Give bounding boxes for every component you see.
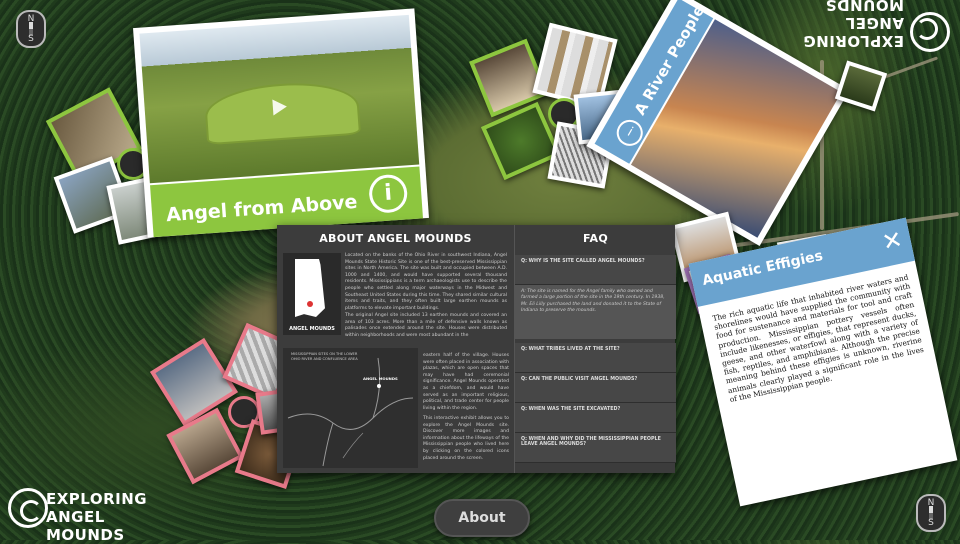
- play-icon[interactable]: [272, 98, 288, 116]
- aquatic-effigies-card[interactable]: Aquatic Effigies ✕ The rich aquatic life…: [688, 217, 958, 507]
- logo-icon: [910, 12, 950, 52]
- about-column: ABOUT ANGEL MOUNDS ANGEL MOUNDS Located …: [277, 225, 514, 473]
- river-map: MISSISSIPPIAN SITES ON THE LOWER OHIO RI…: [283, 348, 418, 468]
- river-lines: [287, 357, 414, 467]
- about-panel: ABOUT ANGEL MOUNDS ANGEL MOUNDS Located …: [277, 225, 676, 473]
- location-pin-icon: [307, 301, 313, 307]
- faq-question[interactable]: Q: WHY IS THE SITE CALLED ANGEL MOUNDS?: [515, 255, 676, 285]
- about-paragraph: Located on the banks of the Ohio River i…: [345, 253, 507, 311]
- compass-icon: NS: [16, 10, 46, 48]
- about-paragraph: This interactive exhibit allows you to e…: [423, 416, 509, 461]
- about-paragraph: The original Angel site included 13 eart…: [345, 313, 507, 338]
- figurine-card[interactable]: [149, 337, 239, 427]
- indiana-shape: [295, 259, 325, 317]
- header-logo: EXPLORING ANGEL MOUNDS: [780, 0, 950, 58]
- angel-from-above-card[interactable]: Angel from Above i: [133, 8, 429, 238]
- close-icon[interactable]: ✕: [880, 225, 905, 257]
- card-title: Angel from Above: [165, 190, 359, 227]
- logo-line1: EXPLORING: [46, 490, 148, 508]
- river-map-site-label: ANGEL MOUNDS: [363, 376, 398, 381]
- faq-column: FAQ Q: WHY IS THE SITE CALLED ANGEL MOUN…: [514, 225, 676, 473]
- about-paragraph: eastern half of the village. Houses were…: [423, 353, 509, 411]
- faq-title: FAQ: [582, 232, 609, 245]
- logo-icon: [8, 488, 48, 528]
- faq-question[interactable]: Q: WHEN WAS THE SITE EXCAVATED?: [515, 403, 676, 433]
- info-icon[interactable]: i: [367, 173, 409, 214]
- logo-line1: EXPLORING: [802, 32, 904, 50]
- indiana-map: ANGEL MOUNDS: [283, 253, 341, 335]
- compass-icon: NS: [916, 494, 946, 532]
- logo-line2: ANGEL MOUNDS: [825, 0, 904, 32]
- aerial-video[interactable]: [139, 14, 420, 184]
- faq-question[interactable]: Q: WHEN AND WHY DID THE MISSISSIPPIAN PE…: [515, 433, 676, 463]
- logo-line2: ANGEL MOUNDS: [46, 508, 125, 544]
- about-button[interactable]: About: [434, 499, 530, 537]
- faq-question[interactable]: Q: CAN THE PUBLIC VISIT ANGEL MOUNDS?: [515, 373, 676, 403]
- footer-logo: EXPLORING ANGEL MOUNDS: [8, 484, 188, 544]
- about-title: ABOUT ANGEL MOUNDS: [319, 232, 472, 245]
- photo-card[interactable]: [834, 60, 888, 112]
- faq-answer: A: The site is named for the Angel famil…: [515, 285, 676, 339]
- map-label: ANGEL MOUNDS: [289, 326, 335, 332]
- faq-question[interactable]: Q: WHAT TRIBES LIVED AT THE SITE?: [515, 343, 676, 373]
